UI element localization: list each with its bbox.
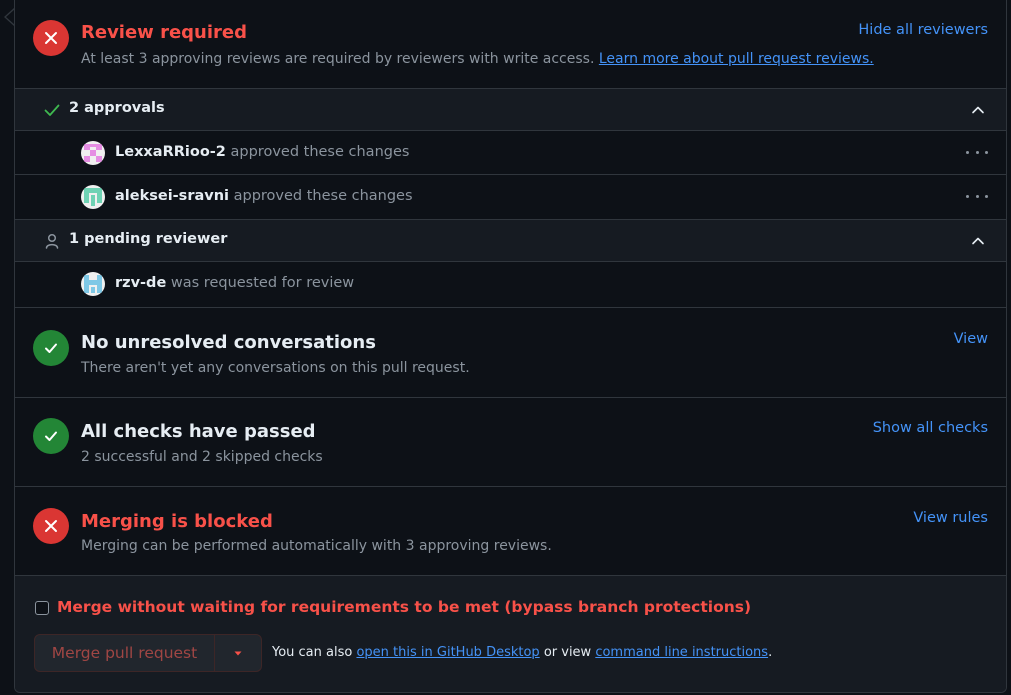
bypass-checkbox[interactable]: [35, 601, 49, 615]
reviewer-row: LexxaRRioo-2 approved these changes: [15, 131, 1006, 175]
person-icon: [45, 233, 59, 249]
reviewer-name[interactable]: LexxaRRioo-2: [115, 144, 226, 160]
triangle-down-icon: [234, 651, 242, 656]
reviewer-row: aleksei-sravni approved these changes: [15, 175, 1006, 220]
merging-blocked-title: Merging is blocked: [81, 511, 273, 532]
view-rules-link[interactable]: View rules: [913, 510, 988, 526]
kebab-horizontal-icon[interactable]: [966, 143, 988, 161]
checks-section: All checks have passed 2 successful and …: [15, 398, 1006, 487]
merge-box: Review required At least 3 approving rev…: [14, 0, 1007, 693]
merge-area: Merge without waiting for requirements t…: [15, 576, 1006, 692]
check-circle-icon: [33, 418, 69, 454]
x-circle-icon: [33, 20, 69, 56]
reviewer-text: LexxaRRioo-2 approved these changes: [115, 144, 409, 160]
approvals-title: 2 approvals: [69, 100, 165, 116]
pending-title: 1 pending reviewer: [69, 231, 228, 247]
learn-more-link[interactable]: Learn more about pull request reviews.: [599, 51, 874, 67]
reviewer-name[interactable]: aleksei-sravni: [115, 188, 229, 204]
check-icon: [44, 104, 60, 116]
merge-options-dropdown[interactable]: [215, 635, 261, 671]
merge-button-group: Merge pull request: [34, 634, 262, 672]
reviewer-row: rzv-de was requested for review: [15, 262, 1006, 308]
reviewer-action: was requested for review: [166, 275, 355, 291]
alt-suffix: .: [768, 645, 773, 660]
merging-blocked-subtitle: Merging can be performed automatically w…: [81, 538, 552, 554]
review-required-subtitle: At least 3 approving reviews are require…: [81, 51, 874, 67]
reviewer-text: aleksei-sravni approved these changes: [115, 188, 413, 204]
open-github-desktop-link[interactable]: open this in GitHub Desktop: [356, 645, 539, 660]
kebab-horizontal-icon[interactable]: [966, 187, 988, 205]
hide-all-reviewers-link[interactable]: Hide all reviewers: [858, 22, 988, 38]
merge-pull-request-button[interactable]: Merge pull request: [35, 635, 215, 671]
checks-title: All checks have passed: [81, 421, 316, 442]
avatar[interactable]: [81, 185, 105, 209]
conversations-title: No unresolved conversations: [81, 332, 376, 353]
conversations-subtitle: There aren't yet any conversations on th…: [81, 360, 470, 376]
reviewer-action: approved these changes: [225, 144, 410, 160]
avatar[interactable]: [81, 141, 105, 165]
alt-middle: or view: [539, 645, 596, 660]
checks-subtitle: 2 successful and 2 skipped checks: [81, 449, 323, 465]
x-circle-icon: [33, 508, 69, 544]
reviewer-text: rzv-de was requested for review: [115, 275, 354, 291]
reviewer-name[interactable]: rzv-de: [115, 275, 166, 291]
approvals-group-header[interactable]: 2 approvals: [15, 89, 1006, 131]
review-required-title: Review required: [81, 22, 247, 43]
merge-alternatives-text: You can also open this in GitHub Desktop…: [272, 645, 772, 660]
merging-blocked-section: Merging is blocked Merging can be perfor…: [15, 487, 1006, 576]
command-line-instructions-link[interactable]: command line instructions: [595, 645, 768, 660]
chevron-up-icon[interactable]: [970, 233, 986, 249]
bypass-label[interactable]: Merge without waiting for requirements t…: [57, 598, 751, 616]
view-conversations-link[interactable]: View: [954, 331, 988, 347]
review-required-section: Review required At least 3 approving rev…: [15, 0, 1006, 89]
show-all-checks-link[interactable]: Show all checks: [873, 420, 988, 436]
avatar[interactable]: [81, 272, 105, 296]
reviewer-action: approved these changes: [229, 188, 413, 204]
conversations-section: No unresolved conversations There aren't…: [15, 308, 1006, 398]
alt-prefix: You can also: [272, 645, 357, 660]
check-circle-icon: [33, 330, 69, 366]
review-required-text: At least 3 approving reviews are require…: [81, 51, 599, 67]
chevron-up-icon[interactable]: [970, 102, 986, 118]
pending-group-header[interactable]: 1 pending reviewer: [15, 220, 1006, 262]
